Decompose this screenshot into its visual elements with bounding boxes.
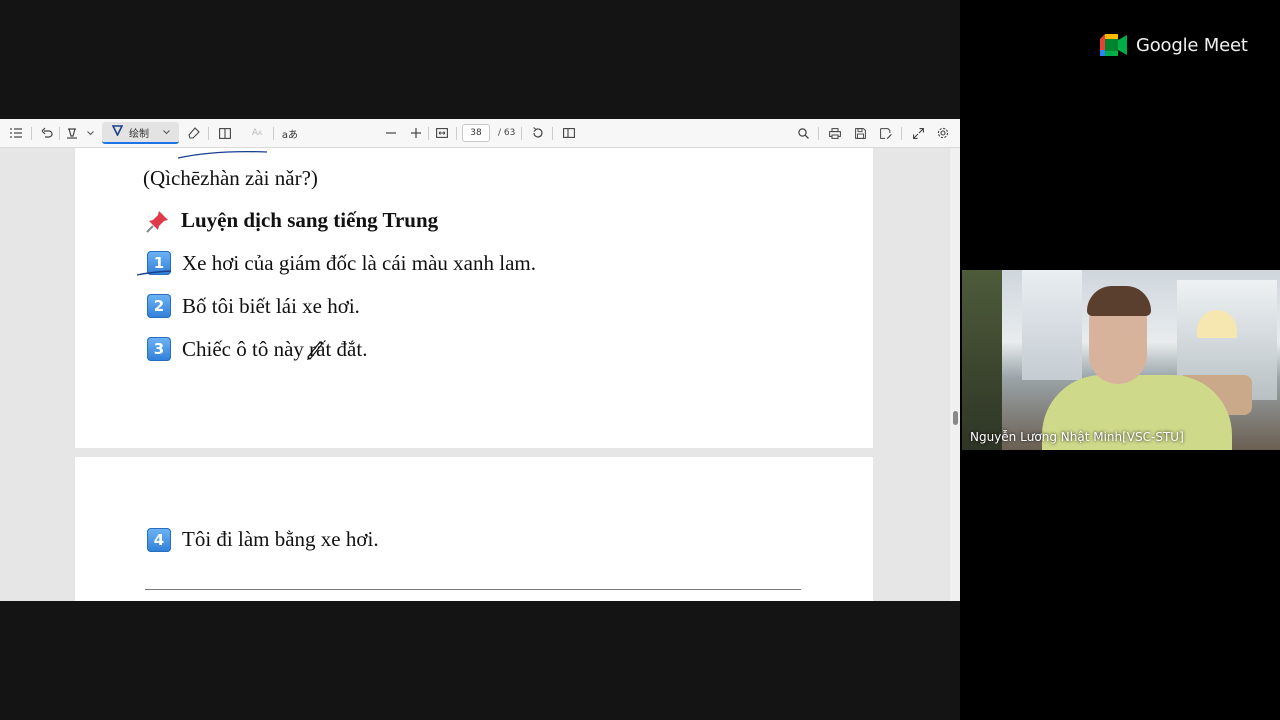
scrollbar-thumb[interactable] xyxy=(953,411,958,425)
exercise-item-4: Tôi đi làm bằng xe hơi. xyxy=(182,527,379,551)
answer-line xyxy=(145,589,801,590)
participant-video-tile[interactable]: Nguyễn Lương Nhật Minh[VSC-STU] xyxy=(962,270,1280,450)
zoom-out-icon[interactable] xyxy=(383,119,399,147)
undo-icon[interactable] xyxy=(39,119,55,147)
google-meet-logo: Google Meet xyxy=(1100,34,1248,56)
two-page-icon[interactable] xyxy=(561,119,577,147)
pdf-toolbar: 绘制 AA aあ 38 / 63 xyxy=(0,119,960,148)
google-meet-camera-icon xyxy=(1100,34,1127,56)
draw-icon xyxy=(111,125,124,139)
highlight-icon[interactable] xyxy=(64,119,80,147)
fit-width-icon[interactable] xyxy=(434,119,450,147)
ink-annotation-stroke xyxy=(177,150,268,159)
zoom-in-icon[interactable] xyxy=(408,119,424,147)
ink-annotation-stroke xyxy=(136,270,172,276)
draw-label: 绘制 xyxy=(129,128,149,140)
read-aloud-icon[interactable]: aあ xyxy=(280,119,300,147)
number-badge-3: 3 xyxy=(147,337,171,361)
save-icon[interactable] xyxy=(852,119,868,147)
shared-screen: 绘制 AA aあ 38 / 63 (Qìchēzhàn zài nǎr?) Lu… xyxy=(0,0,960,720)
pinyin-line: (Qìchēzhàn zài nǎr?) xyxy=(143,166,318,190)
exercise-item-3: Chiếc ô tô này rất đắt. xyxy=(182,337,368,361)
pdf-page: 4 Tôi đi làm bằng xe hơi. xyxy=(75,457,873,601)
vertical-scrollbar[interactable] xyxy=(950,148,960,601)
page-total: / 63 xyxy=(498,128,516,138)
settings-icon[interactable] xyxy=(935,119,951,147)
text-size-icon: AA xyxy=(251,128,263,138)
eraser-icon[interactable] xyxy=(186,119,202,147)
contents-icon[interactable] xyxy=(8,119,24,147)
google-meet-title: Google Meet xyxy=(1136,34,1248,56)
print-icon[interactable] xyxy=(827,119,843,147)
number-badge-2: 2 xyxy=(147,294,171,318)
participant-name: Nguyễn Lương Nhật Minh[VSC-STU] xyxy=(970,430,1184,444)
exercise-item-1: Xe hơi của giám đốc là cái màu xanh lam. xyxy=(182,251,536,275)
pen-cursor-icon xyxy=(307,341,323,360)
search-icon[interactable] xyxy=(795,119,811,147)
pdf-page: (Qìchēzhàn zài nǎr?) Luyện dịch sang tiế… xyxy=(75,148,873,448)
section-heading: Luyện dịch sang tiếng Trung xyxy=(181,208,439,232)
fullscreen-icon[interactable] xyxy=(910,119,926,147)
page-view-icon[interactable] xyxy=(217,119,233,147)
exercise-item-2: Bố tôi biết lái xe hơi. xyxy=(182,294,360,318)
highlight-dropdown-chevron-icon[interactable] xyxy=(84,119,96,147)
save-as-icon[interactable] xyxy=(878,119,894,147)
number-badge-4: 4 xyxy=(147,528,171,552)
pdf-viewer: 绘制 AA aあ 38 / 63 (Qìchēzhàn zài nǎr?) Lu… xyxy=(0,119,960,601)
draw-dropdown-chevron-icon xyxy=(163,127,170,138)
pushpin-icon xyxy=(145,208,171,234)
page-number-input[interactable]: 38 xyxy=(462,124,490,142)
rotate-icon[interactable] xyxy=(530,119,546,147)
draw-button[interactable]: 绘制 xyxy=(102,122,179,144)
